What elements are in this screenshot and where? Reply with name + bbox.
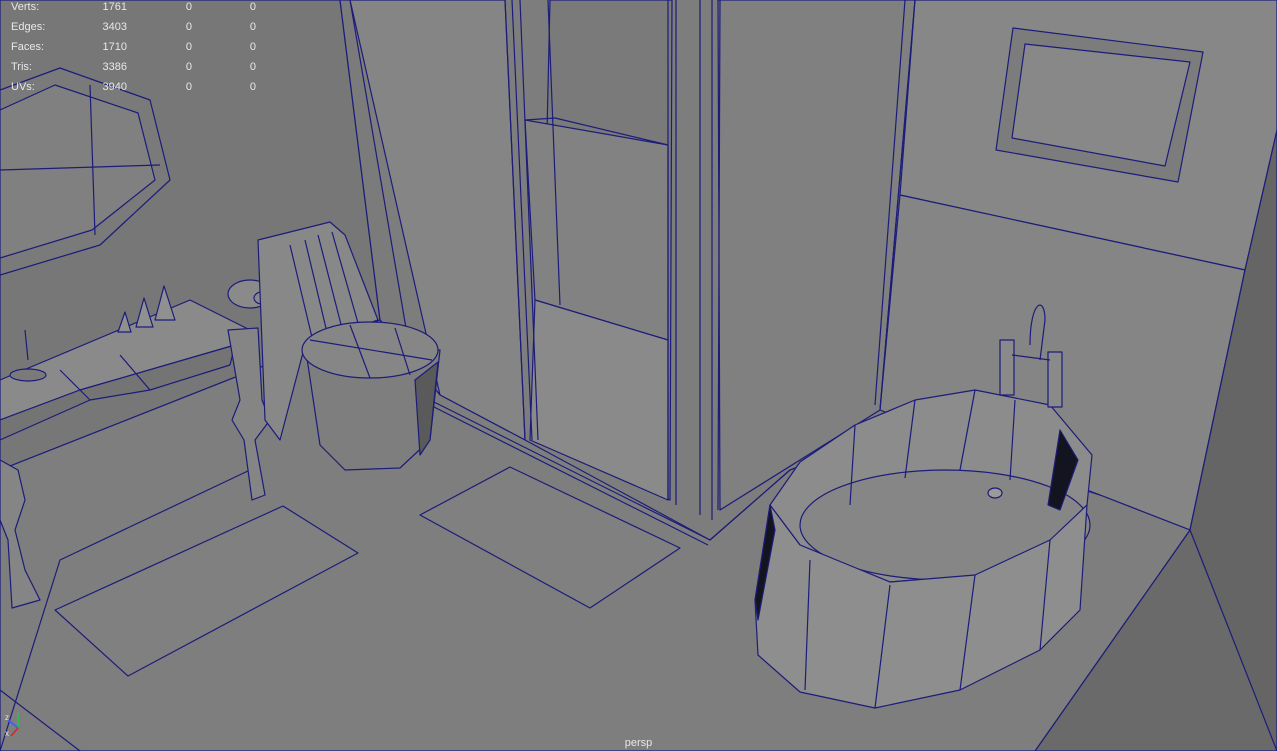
hud-total: 3940 (102, 81, 127, 93)
hud-selected: 0 (185, 41, 192, 53)
hud-row-verts: Verts: 1761 0 0 (0, 0, 270, 20)
hud-selected: 0 (185, 81, 192, 93)
hud-label: UVs: (11, 81, 35, 93)
viewport-persp[interactable]: Verts: 1761 0 0 Edges: 3403 0 0 Faces: 1… (0, 0, 1277, 751)
camera-name-label: persp (624, 737, 653, 749)
hud-selected: 0 (185, 1, 192, 13)
scene-wireframe[interactable] (0, 0, 1277, 751)
hud-component: 0 (249, 1, 256, 13)
hud-row-uvs: UVs: 3940 0 0 (0, 80, 270, 100)
hud-selected: 0 (185, 61, 192, 73)
hud-label: Verts: (11, 1, 40, 13)
hud-component: 0 (249, 21, 256, 33)
axis-z-label: z (5, 713, 9, 722)
hud-total: 1761 (102, 1, 127, 13)
hud-total: 3386 (102, 61, 127, 73)
hud-total: 3403 (102, 21, 127, 33)
hud-row-edges: Edges: 3403 0 0 (0, 20, 270, 40)
hud-component: 0 (249, 81, 256, 93)
hud-total: 1710 (102, 41, 127, 53)
hud-label: Faces: (11, 41, 45, 53)
hud-selected: 0 (185, 21, 192, 33)
hud-label: Edges: (11, 21, 46, 33)
hud-label: Tris: (11, 61, 32, 73)
axis-gizmo-icon: z x (5, 713, 19, 738)
hud-row-faces: Faces: 1710 0 0 (0, 40, 270, 60)
hud-row-tris: Tris: 3386 0 0 (0, 60, 270, 80)
hud-component: 0 (249, 41, 256, 53)
hud-component: 0 (249, 61, 256, 73)
poly-count-hud: Verts: 1761 0 0 Edges: 3403 0 0 Faces: 1… (0, 0, 270, 100)
